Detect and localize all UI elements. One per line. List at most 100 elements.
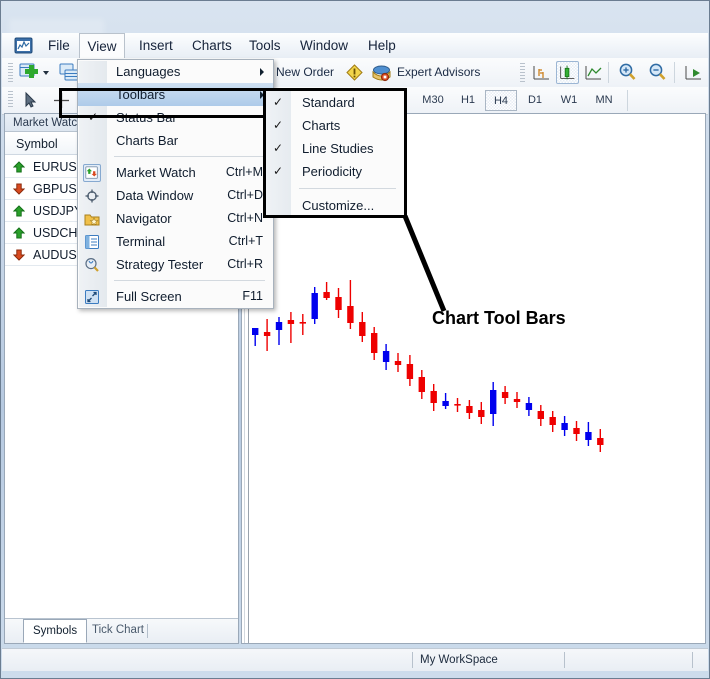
zoom-in-icon[interactable] bbox=[616, 61, 639, 84]
submenu-separator bbox=[299, 188, 396, 189]
data-window-icon bbox=[83, 187, 101, 205]
menu-item-tools[interactable]: Tools bbox=[241, 33, 289, 58]
auto-scroll-icon[interactable] bbox=[682, 61, 705, 84]
menu-item-status-bar[interactable]: ✓ Status Bar bbox=[78, 106, 273, 129]
symbol-label: USDJPY bbox=[33, 204, 82, 218]
submenu-item-label: Standard bbox=[302, 95, 355, 110]
view-dropdown-menu: Languages Toolbars ✓ Status Bar Charts B… bbox=[77, 59, 274, 309]
period-separator-2 bbox=[627, 90, 628, 111]
menu-item-shortcut: Ctrl+N bbox=[227, 207, 263, 230]
expert-advisors-button[interactable]: Expert Advisors bbox=[397, 58, 480, 87]
down-arrow-icon bbox=[13, 249, 25, 261]
check-icon: ✓ bbox=[273, 137, 283, 160]
menu-item-label: Market Watch bbox=[116, 165, 196, 180]
menu-item-insert[interactable]: Insert bbox=[131, 33, 181, 58]
navigator-icon bbox=[83, 210, 101, 228]
submenu-arrow-icon bbox=[260, 68, 264, 76]
new-order-button[interactable]: New Order bbox=[276, 58, 334, 87]
linestudies-grip[interactable] bbox=[8, 91, 13, 109]
submenu-item-customize[interactable]: Customize... bbox=[266, 194, 404, 217]
period-d1[interactable]: D1 bbox=[519, 90, 551, 111]
toolbars-submenu: ✓ Standard ✓ Charts ✓ Line Studies ✓ Per… bbox=[263, 88, 407, 218]
menu-item-shortcut: Ctrl+M bbox=[226, 161, 263, 184]
period-mn[interactable]: MN bbox=[587, 90, 621, 111]
chart-toolbar-grip[interactable] bbox=[520, 63, 525, 82]
mt-app-icon bbox=[14, 36, 33, 55]
menu-item-market-watch[interactable]: Market Watch Ctrl+M bbox=[78, 161, 273, 184]
up-arrow-icon bbox=[13, 205, 25, 217]
up-arrow-icon bbox=[13, 161, 25, 173]
submenu-item-label: Charts bbox=[302, 118, 340, 133]
menu-item-help[interactable]: Help bbox=[360, 33, 404, 58]
period-h4[interactable]: H4 bbox=[485, 90, 517, 111]
menu-item-label: Data Window bbox=[116, 188, 193, 203]
status-bar: My WorkSpace bbox=[2, 648, 708, 671]
tab-symbols[interactable]: Symbols bbox=[23, 619, 87, 643]
crosshair-icon[interactable] bbox=[50, 89, 73, 112]
menu-item-file[interactable]: File bbox=[40, 33, 78, 58]
line-chart-icon[interactable] bbox=[582, 61, 605, 84]
market-watch-icon bbox=[83, 164, 101, 182]
menu-item-navigator[interactable]: Navigator Ctrl+N bbox=[78, 207, 273, 230]
candlestick-chart-icon[interactable] bbox=[556, 61, 579, 84]
period-h1[interactable]: H1 bbox=[453, 90, 483, 111]
tab-separator bbox=[147, 624, 148, 638]
menu-item-shortcut: Ctrl+T bbox=[229, 230, 263, 253]
down-arrow-icon bbox=[13, 183, 25, 195]
up-arrow-icon bbox=[13, 227, 25, 239]
menu-item-full-screen[interactable]: Full Screen F11 bbox=[78, 285, 273, 308]
chevron-down-icon[interactable] bbox=[40, 61, 52, 84]
menu-item-label: Toolbars bbox=[116, 87, 165, 102]
submenu-item-standard[interactable]: ✓ Standard bbox=[266, 91, 404, 114]
submenu-item-charts[interactable]: ✓ Charts bbox=[266, 114, 404, 137]
menu-item-charts-bar[interactable]: Charts Bar bbox=[78, 129, 273, 152]
submenu-item-periodicity[interactable]: ✓ Periodicity bbox=[266, 160, 404, 183]
check-icon: ✓ bbox=[273, 91, 283, 114]
menu-item-label: Navigator bbox=[116, 211, 172, 226]
toolbar-separator-2 bbox=[608, 62, 609, 83]
toolbar-grip[interactable] bbox=[8, 63, 13, 82]
expert-advisor-icon[interactable] bbox=[370, 61, 393, 84]
tab-tick-chart[interactable]: Tick Chart bbox=[83, 620, 153, 642]
menu-item-label: Status Bar bbox=[116, 110, 177, 125]
period-m30[interactable]: M30 bbox=[415, 90, 451, 111]
menu-item-label: Full Screen bbox=[116, 289, 182, 304]
menu-item-view[interactable]: View bbox=[79, 33, 125, 58]
check-icon: ✓ bbox=[273, 160, 283, 183]
new-chart-icon[interactable] bbox=[18, 61, 41, 84]
bar-chart-icon[interactable] bbox=[530, 61, 553, 84]
toolbar-separator-3 bbox=[674, 62, 675, 83]
menu-bar: File View Insert Charts Tools Window Hel… bbox=[2, 33, 708, 59]
workspace-label: My WorkSpace bbox=[420, 649, 498, 671]
menu-item-data-window[interactable]: Data Window Ctrl+D bbox=[78, 184, 273, 207]
menu-item-charts[interactable]: Charts bbox=[184, 33, 240, 58]
menu-item-label: Languages bbox=[116, 64, 180, 79]
menu-item-terminal[interactable]: Terminal Ctrl+T bbox=[78, 230, 273, 253]
strategy-tester-icon bbox=[83, 256, 101, 274]
menu-item-window[interactable]: Window bbox=[292, 33, 356, 58]
menu-separator bbox=[114, 280, 265, 281]
menu-item-strategy-tester[interactable]: Strategy Tester Ctrl+R bbox=[78, 253, 273, 276]
menu-item-languages[interactable]: Languages bbox=[78, 60, 273, 83]
submenu-item-label: Line Studies bbox=[302, 141, 374, 156]
annotation-label: Chart Tool Bars bbox=[432, 308, 566, 329]
status-separator-1 bbox=[412, 652, 413, 668]
metatrader-window: File View Insert Charts Tools Window Hel… bbox=[0, 0, 710, 679]
menu-item-toolbars[interactable]: Toolbars bbox=[78, 83, 273, 106]
terminal-icon bbox=[83, 233, 101, 251]
menu-item-label: Charts Bar bbox=[116, 133, 178, 148]
status-separator-2 bbox=[564, 652, 565, 668]
period-w1[interactable]: W1 bbox=[553, 90, 585, 111]
menu-item-label: Strategy Tester bbox=[116, 257, 203, 272]
market-watch-tabs: Symbols Tick Chart bbox=[5, 618, 238, 643]
zoom-out-icon[interactable] bbox=[646, 61, 669, 84]
submenu-item-line-studies[interactable]: ✓ Line Studies bbox=[266, 137, 404, 160]
full-screen-icon bbox=[83, 288, 101, 306]
cursor-arrow-icon[interactable] bbox=[18, 89, 41, 112]
menu-item-label: Terminal bbox=[116, 234, 165, 249]
status-separator-3 bbox=[692, 652, 693, 668]
alert-diamond-icon[interactable] bbox=[343, 61, 366, 84]
check-icon: ✓ bbox=[273, 114, 283, 137]
menu-separator bbox=[114, 156, 265, 157]
menu-item-shortcut: Ctrl+D bbox=[227, 184, 263, 207]
